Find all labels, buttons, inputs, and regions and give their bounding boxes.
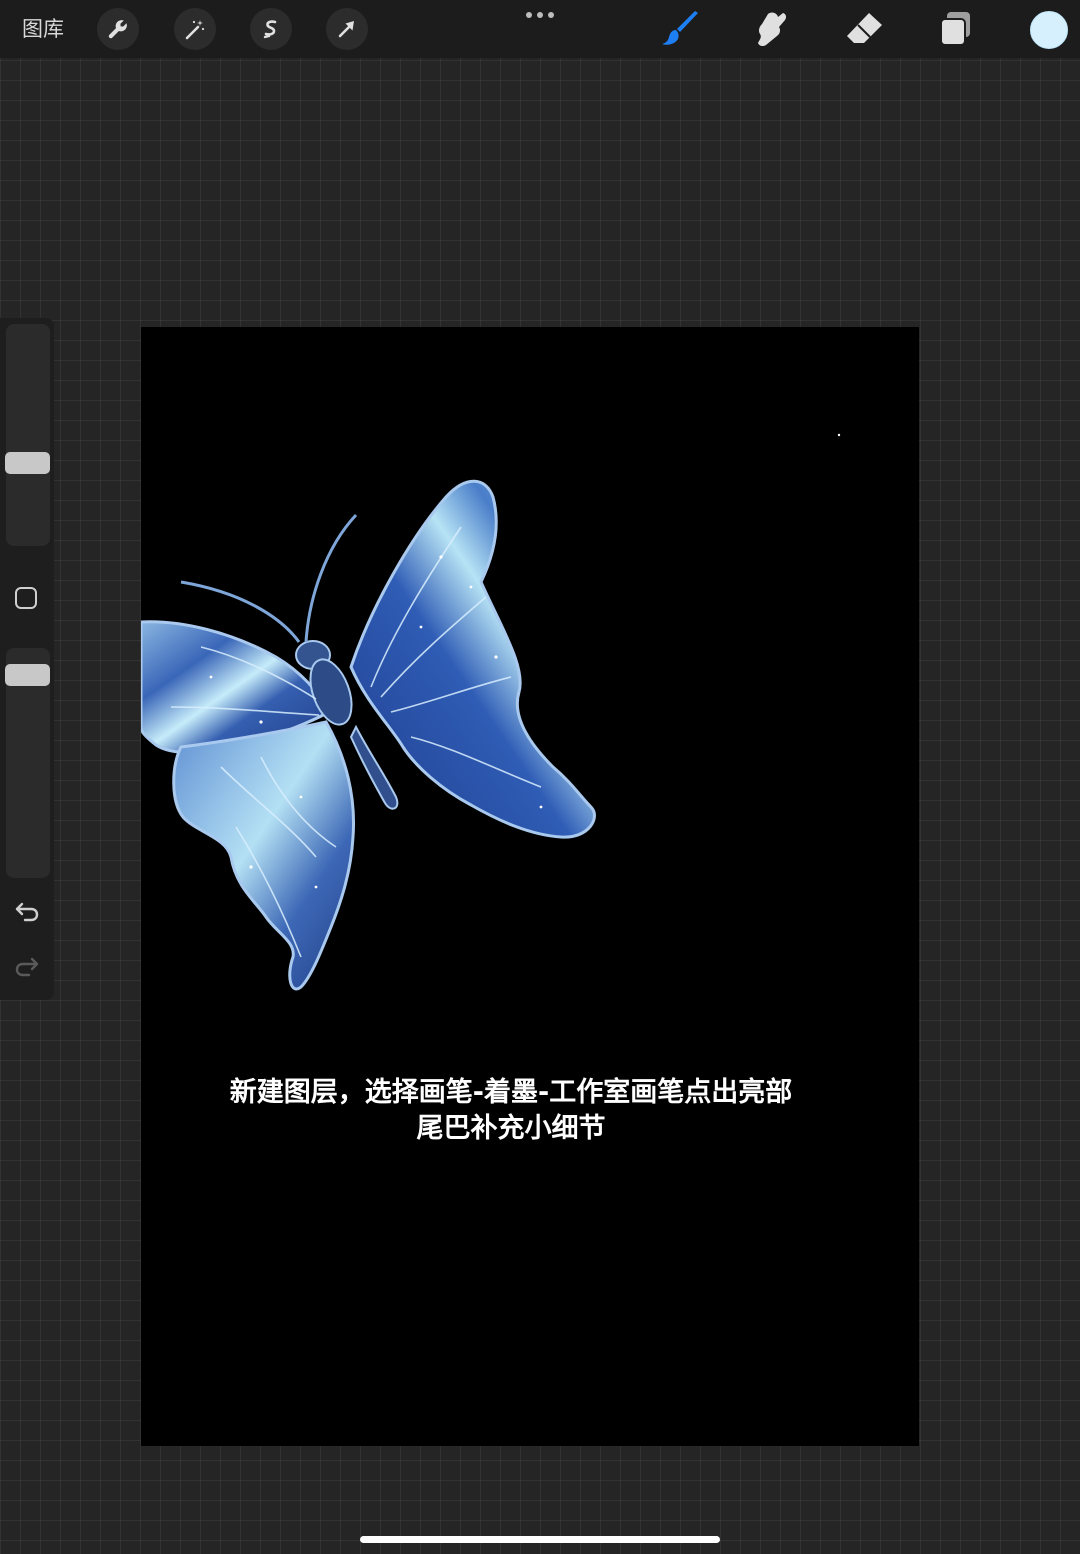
layers-icon[interactable] xyxy=(934,8,978,50)
eraser-icon[interactable] xyxy=(842,8,886,50)
wrench-icon xyxy=(108,20,127,39)
adjustments-button[interactable] xyxy=(174,8,216,50)
selection-button[interactable] xyxy=(250,8,292,50)
modify-button[interactable] xyxy=(15,587,37,609)
transform-button[interactable] xyxy=(326,8,368,50)
brush-size-slider[interactable] xyxy=(5,324,50,546)
caption-line: 尾巴补充小细节 xyxy=(416,1113,606,1144)
color-picker-button[interactable] xyxy=(1030,11,1068,49)
brush-size-thumb[interactable] xyxy=(5,452,50,475)
magic-wand-icon xyxy=(185,20,205,40)
gallery-button[interactable]: 图库 xyxy=(22,14,64,44)
butterfly-artwork xyxy=(141,433,841,991)
opacity-thumb[interactable] xyxy=(5,663,50,686)
drawing-canvas[interactable]: 新建图层，选择画笔-着墨-工作室画笔点出亮部 尾巴补充小细节 xyxy=(141,327,919,1446)
actions-button[interactable] xyxy=(97,8,139,50)
opacity-slider[interactable] xyxy=(5,648,50,878)
selection-icon xyxy=(263,20,277,39)
arrow-cursor-icon xyxy=(338,21,354,38)
caption-line: 新建图层，选择画笔-着墨-工作室画笔点出亮部 xyxy=(229,1077,793,1108)
top-toolbar: 图库 xyxy=(0,0,1080,58)
home-indicator[interactable] xyxy=(360,1536,720,1543)
ellipsis-icon[interactable] xyxy=(522,6,558,24)
left-sidebar xyxy=(0,318,54,1000)
tutorial-caption: 新建图层，选择画笔-着墨-工作室画笔点出亮部 尾巴补充小细节 xyxy=(141,1075,881,1147)
redo-icon[interactable] xyxy=(13,951,41,979)
undo-icon[interactable] xyxy=(13,896,41,924)
smudge-icon[interactable] xyxy=(750,8,794,50)
brush-icon[interactable] xyxy=(658,8,702,50)
